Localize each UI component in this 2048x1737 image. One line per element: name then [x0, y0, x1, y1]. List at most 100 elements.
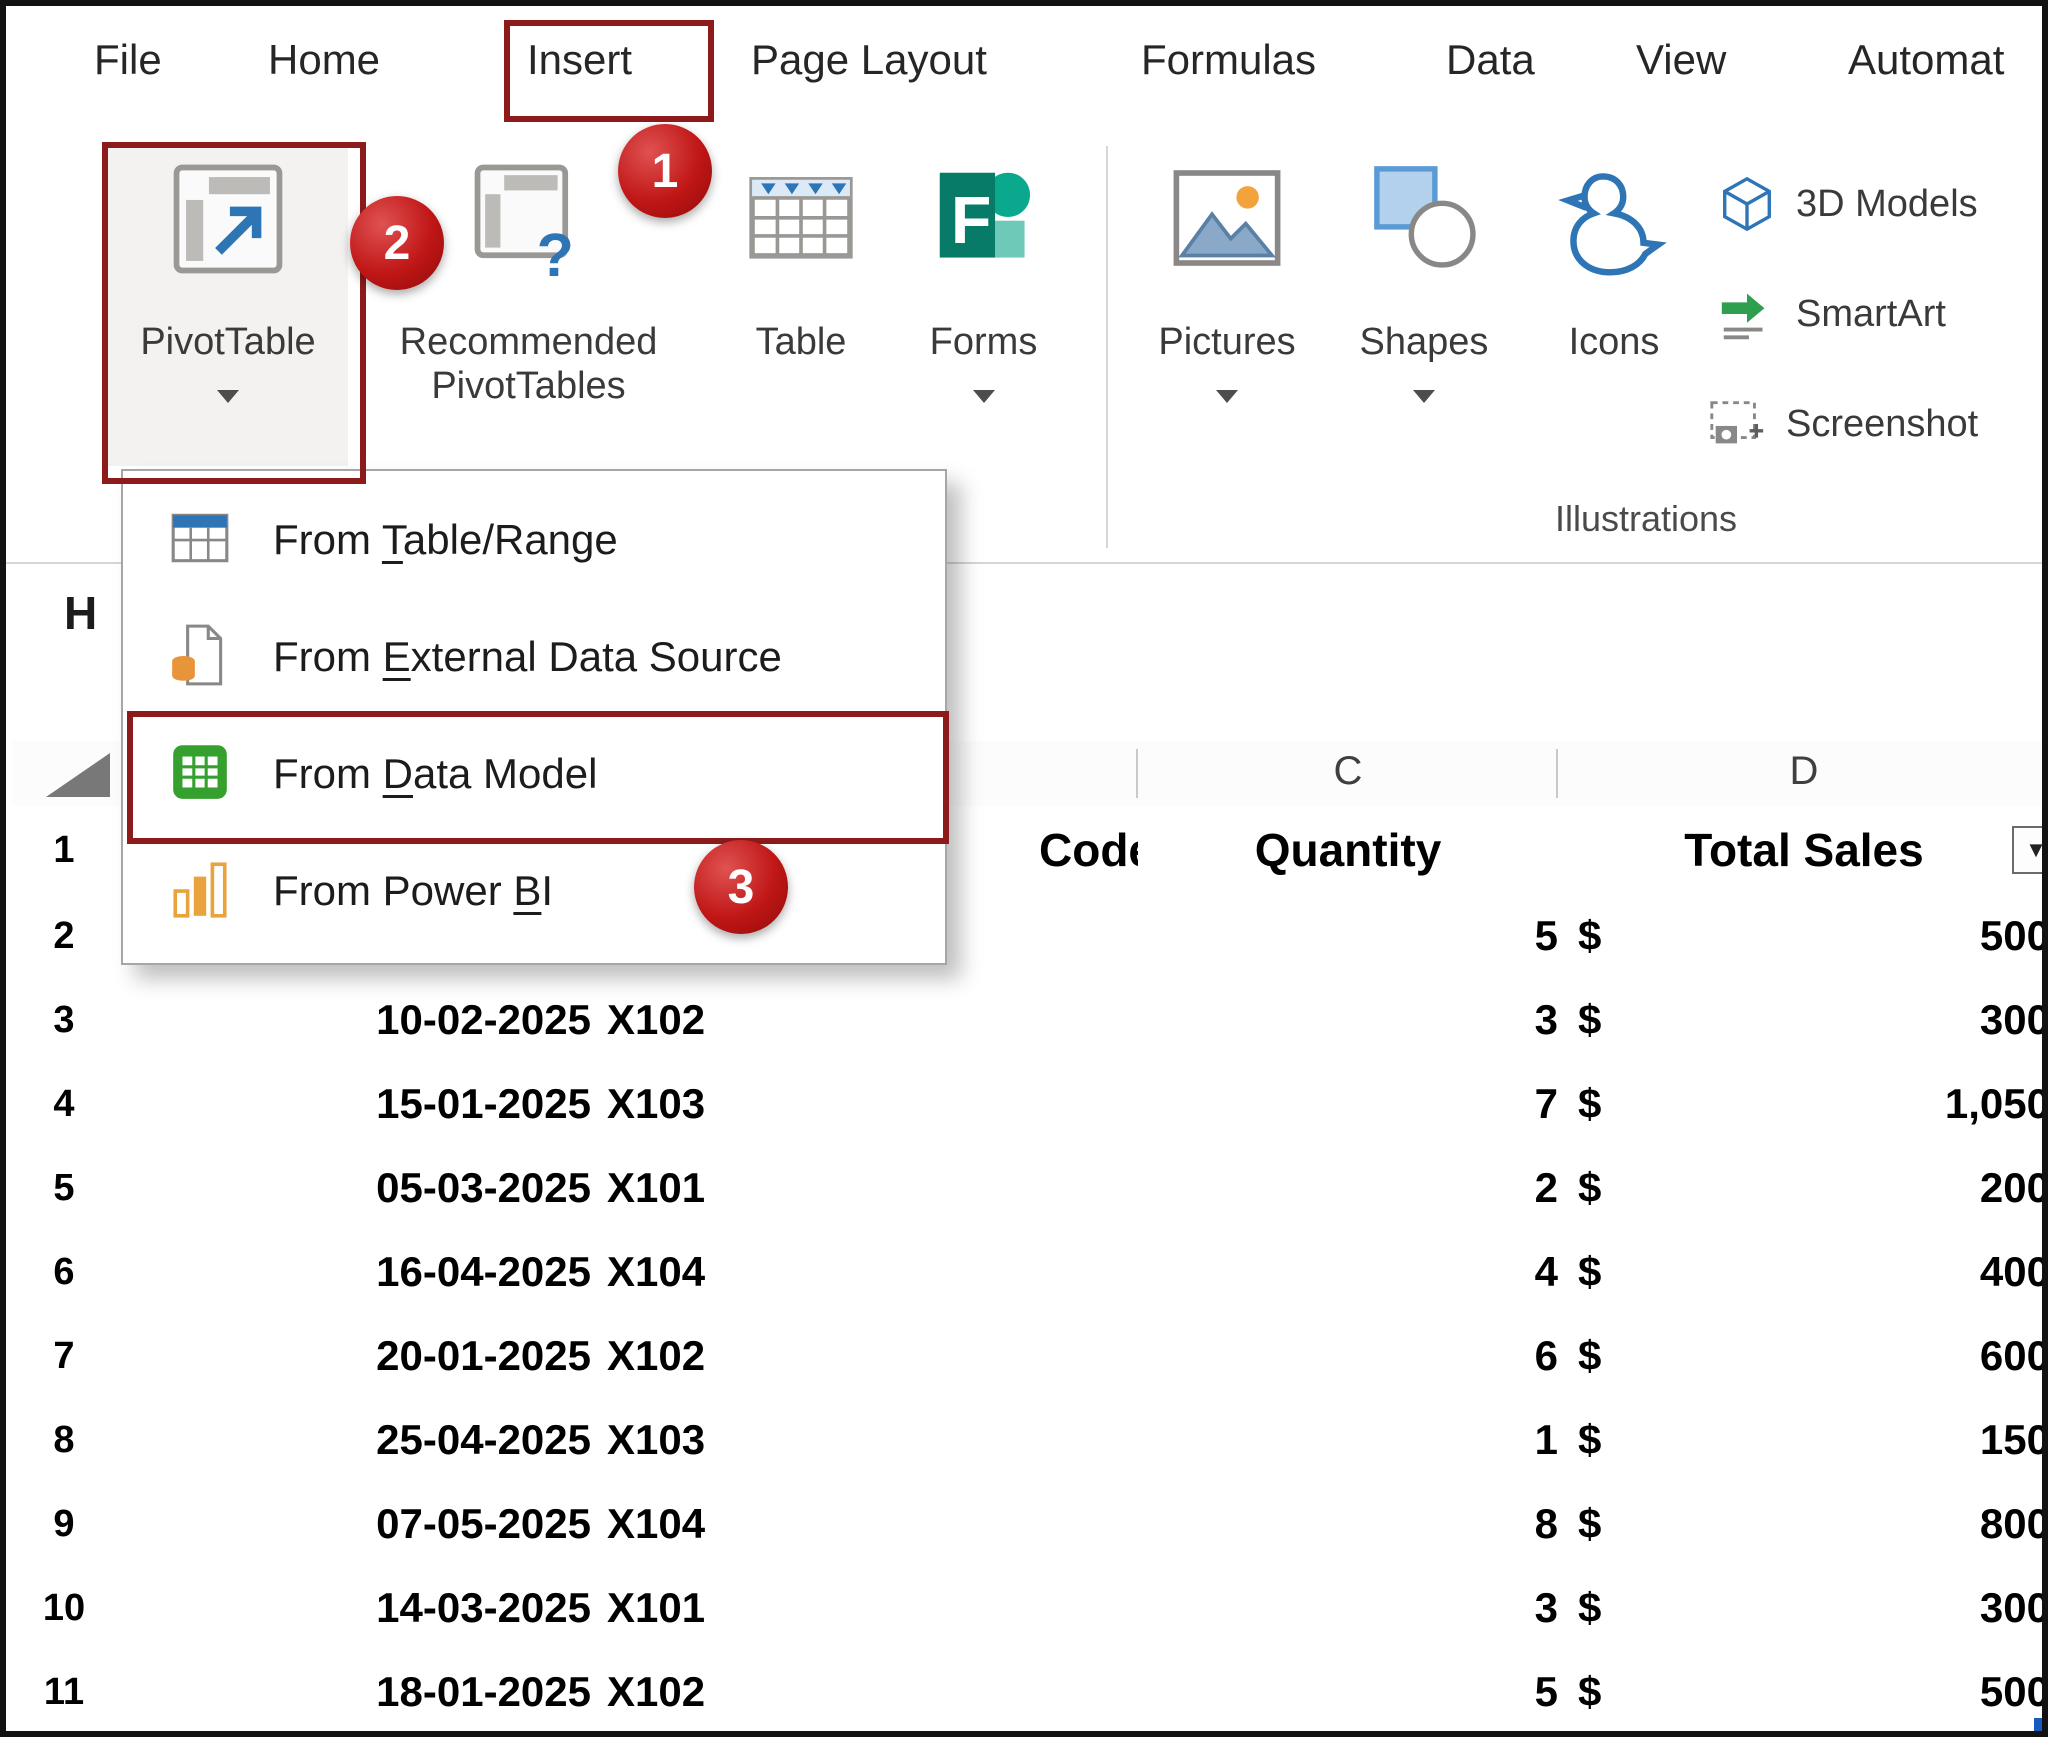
code-cell[interactable]: X101	[591, 1566, 1157, 1653]
total-cell[interactable]: $ 150	[1558, 1398, 2048, 1485]
column-header-d[interactable]: D	[1558, 749, 2048, 794]
icons-button[interactable]: Icons	[1526, 146, 1702, 468]
row-number[interactable]: 7	[12, 1314, 119, 1400]
row-number[interactable]: 10	[12, 1566, 119, 1652]
row-number[interactable]: 4	[12, 1062, 119, 1148]
from-power-bi-icon	[167, 856, 233, 922]
total-cell[interactable]: $ 1,050	[1558, 1062, 2048, 1149]
pictures-dropdown-chevron[interactable]	[1216, 390, 1238, 403]
forms-button[interactable]: F Forms	[901, 146, 1066, 468]
code-cell[interactable]: X102	[591, 1650, 1157, 1737]
select-all-corner[interactable]	[46, 753, 110, 797]
menu-item-from-external-data-source[interactable]: From External Data Source	[125, 598, 935, 715]
quantity-cell[interactable]: 4	[1138, 1230, 1585, 1317]
3d-models-button[interactable]: 3D Models	[1716, 166, 1978, 242]
row-number-1[interactable]: 1	[12, 806, 119, 896]
date-cell[interactable]: 20-01-2025	[116, 1314, 612, 1401]
code-cell[interactable]: X103	[591, 1398, 1157, 1485]
quantity-cell[interactable]: 5	[1138, 1650, 1585, 1737]
quantity-cell[interactable]: 5	[1138, 894, 1585, 981]
date-cell[interactable]: 10-02-2025	[116, 978, 612, 1065]
row-number[interactable]: 3	[12, 978, 119, 1064]
quantity-cell[interactable]: 2	[1138, 1146, 1585, 1233]
date-cell[interactable]: 15-01-2025	[116, 1062, 612, 1149]
code-cell[interactable]: X104	[591, 1482, 1157, 1569]
label-accelerator: T	[382, 516, 403, 563]
total-cell[interactable]: $ 400	[1558, 1230, 2048, 1317]
total-cell[interactable]: $ 600	[1558, 1314, 2048, 1401]
from-table-range-icon	[167, 505, 233, 571]
code-cell[interactable]: X103	[591, 1062, 1157, 1149]
tab-data[interactable]: Data	[1446, 36, 1535, 84]
fill-handle[interactable]	[2034, 1718, 2048, 1734]
forms-dropdown-chevron[interactable]	[973, 390, 995, 403]
header-cell-total-sales[interactable]: Total Sales ▼	[1558, 806, 2048, 897]
table-button[interactable]: Table	[721, 146, 881, 468]
pictures-button[interactable]: Pictures	[1131, 146, 1323, 468]
currency-symbol: $	[1578, 1584, 1601, 1632]
quantity-cell[interactable]: 7	[1138, 1062, 1585, 1149]
screenshot-button[interactable]: Screenshot	[1706, 386, 1978, 462]
pivottable-dropdown-chevron[interactable]	[217, 390, 239, 403]
quantity-cell[interactable]: 3	[1138, 1566, 1585, 1653]
code-cell[interactable]: X102	[591, 1314, 1157, 1401]
row-number[interactable]: 9	[12, 1482, 119, 1568]
total-cell[interactable]: $ 300	[1558, 978, 2048, 1065]
total-cell[interactable]: $ 500	[1558, 894, 2048, 981]
row-number[interactable]: 2	[12, 894, 119, 980]
label-text: xternal Data Source	[411, 633, 782, 680]
tab-insert[interactable]: Insert	[527, 36, 632, 84]
currency-symbol: $	[1578, 1668, 1601, 1716]
code-cell[interactable]: X104	[591, 1230, 1157, 1317]
menu-item-label: From Data Model	[273, 750, 597, 798]
currency-symbol: $	[1578, 1332, 1601, 1380]
ribbon-group-divider	[1106, 146, 1108, 548]
table-row: 8 25-04-2025 X103 1 $ 150	[12, 1398, 2048, 1482]
code-header-label: Code	[1039, 823, 1154, 877]
from-external-data-source-icon	[167, 622, 233, 688]
menu-item-from-data-model[interactable]: From Data Model	[125, 715, 935, 832]
pivottable-button[interactable]: PivotTable	[108, 146, 348, 468]
date-cell[interactable]: 16-04-2025	[116, 1230, 612, 1317]
total-cell[interactable]: $ 200	[1558, 1146, 2048, 1233]
currency-symbol: $	[1578, 1500, 1601, 1548]
total-cell[interactable]: $ 500	[1558, 1650, 2048, 1737]
column-header-c[interactable]: C	[1138, 749, 1558, 794]
quantity-cell[interactable]: 8	[1138, 1482, 1585, 1569]
row-number[interactable]: 6	[12, 1230, 119, 1316]
pictures-label: Pictures	[1131, 321, 1323, 364]
tab-file[interactable]: File	[94, 36, 162, 84]
shapes-button[interactable]: Shapes	[1331, 146, 1517, 468]
date-cell[interactable]: 25-04-2025	[116, 1398, 612, 1485]
tab-formulas[interactable]: Formulas	[1141, 36, 1316, 84]
row-number[interactable]: 8	[12, 1398, 119, 1484]
tab-page-layout[interactable]: Page Layout	[751, 36, 987, 84]
menu-item-label: From Table/Range	[273, 516, 618, 564]
row-number[interactable]: 11	[12, 1650, 119, 1736]
total-cell[interactable]: $ 800	[1558, 1482, 2048, 1569]
tab-view[interactable]: View	[1636, 36, 1726, 84]
quantity-cell[interactable]: 6	[1138, 1314, 1585, 1401]
date-cell[interactable]: 18-01-2025	[116, 1650, 612, 1737]
label-text: ata Model	[413, 750, 597, 797]
total-value: 600	[1980, 1332, 2048, 1380]
code-cell[interactable]: X101	[591, 1146, 1157, 1233]
smartart-button[interactable]: SmartArt	[1716, 276, 1946, 352]
total-value: 500	[1980, 1668, 2048, 1716]
tab-automate[interactable]: Automat	[1848, 36, 2004, 84]
code-cell[interactable]: X102	[591, 978, 1157, 1065]
quantity-cell[interactable]: 3	[1138, 978, 1585, 1065]
date-cell[interactable]: 05-03-2025	[116, 1146, 612, 1233]
date-cell[interactable]: 07-05-2025	[116, 1482, 612, 1569]
shapes-dropdown-chevron[interactable]	[1413, 390, 1435, 403]
date-cell[interactable]: 14-03-2025	[116, 1566, 612, 1653]
row-number[interactable]: 5	[12, 1146, 119, 1232]
total-cell[interactable]: $ 300	[1558, 1566, 2048, 1653]
3d-models-label: 3D Models	[1796, 183, 1978, 226]
tab-home[interactable]: Home	[268, 36, 380, 84]
total-sales-filter-button[interactable]: ▼	[2012, 826, 2048, 874]
table-row: 5 05-03-2025 X101 2 $ 200	[12, 1146, 2048, 1230]
quantity-cell[interactable]: 1	[1138, 1398, 1585, 1485]
menu-item-from-table-range[interactable]: From Table/Range	[125, 481, 935, 598]
menu-item-from-power-bi[interactable]: From Power BI	[125, 832, 935, 949]
